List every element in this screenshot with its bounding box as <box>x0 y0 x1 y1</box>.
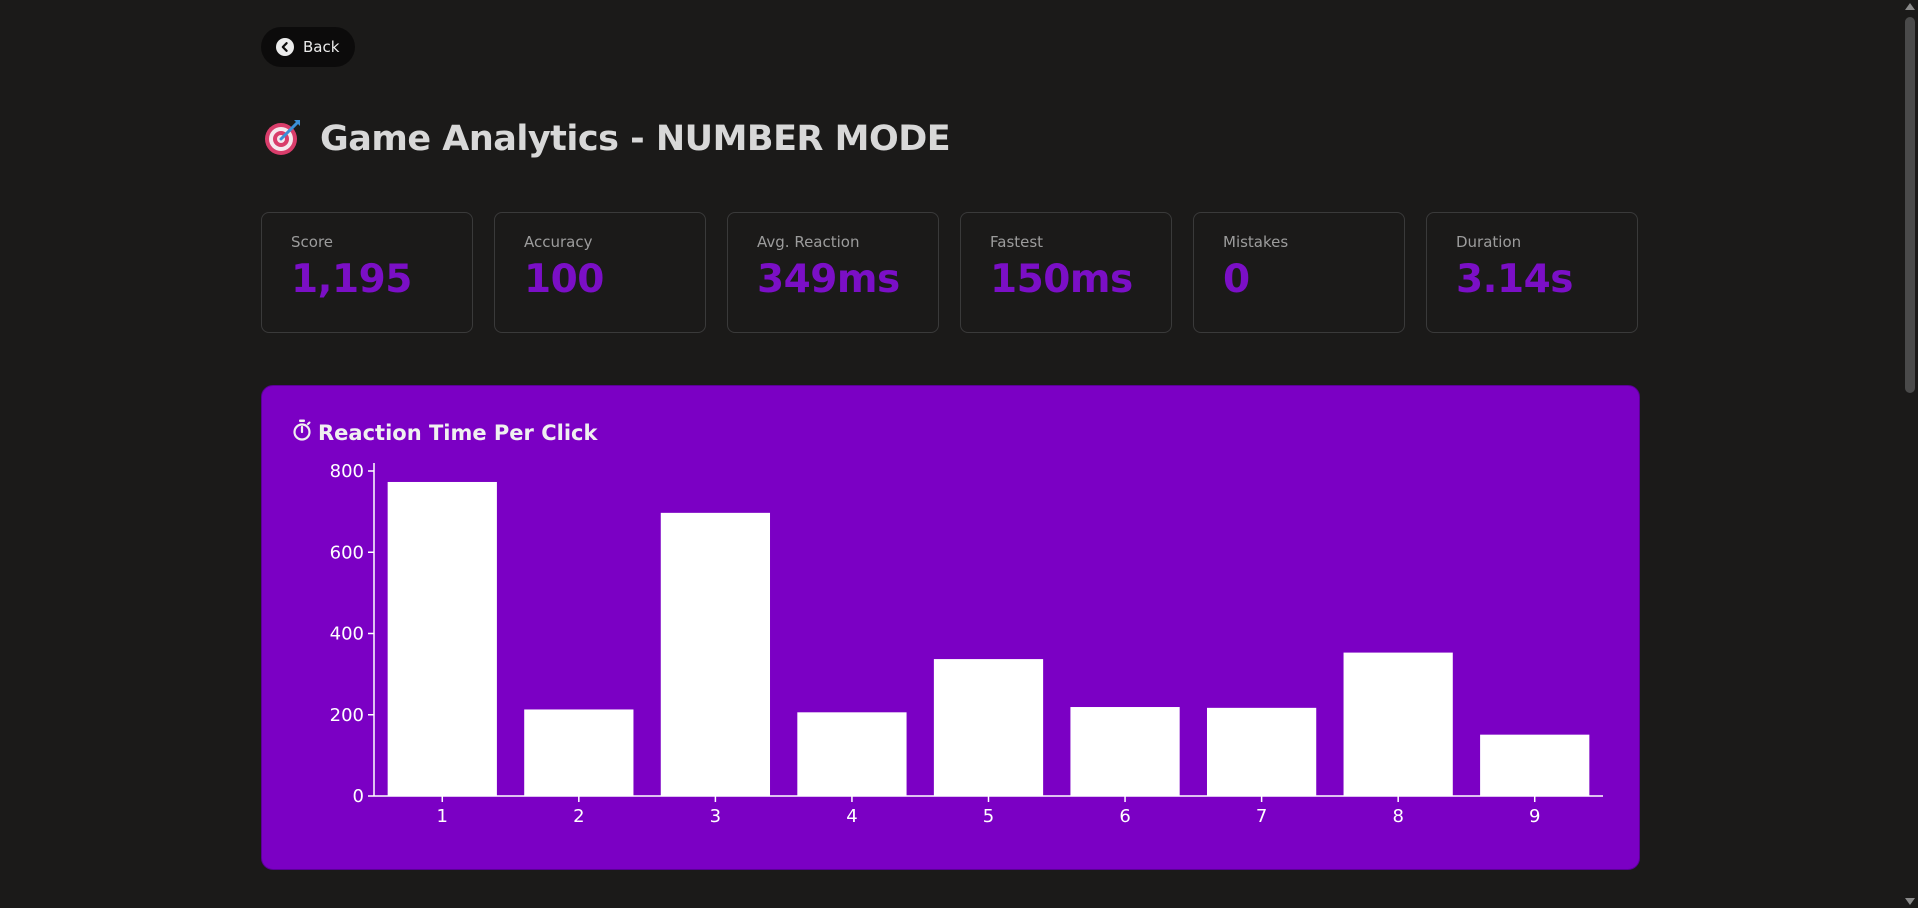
stat-label: Score <box>291 233 334 251</box>
stat-card-score: Score 1,195 <box>261 212 473 333</box>
scroll-up-arrow-icon[interactable] <box>1905 3 1915 10</box>
stats-row: Score 1,195 Accuracy 100 Avg. Reaction 3… <box>261 212 1638 333</box>
bar <box>1480 734 1590 796</box>
bar <box>797 712 907 796</box>
stat-card-accuracy: Accuracy 100 <box>494 212 706 333</box>
bar <box>387 481 497 796</box>
x-tick-label: 5 <box>983 806 994 827</box>
stat-card-duration: Duration 3.14s <box>1426 212 1638 333</box>
x-tick-label: 9 <box>1529 806 1540 827</box>
x-tick-label: 4 <box>846 806 857 827</box>
bar <box>660 512 771 796</box>
y-tick-label: 800 <box>330 461 364 482</box>
stat-label: Mistakes <box>1223 233 1289 251</box>
stat-card-avg-reaction: Avg. Reaction 349ms <box>727 212 939 333</box>
back-button-label: Back <box>303 38 340 56</box>
x-tick-label: 7 <box>1256 806 1267 827</box>
y-tick-label: 0 <box>353 786 364 807</box>
analytics-page: Back Game Analytics - NUMBER MODE Score … <box>0 0 1918 908</box>
stat-value: 100 <box>524 257 604 302</box>
scrollbar[interactable] <box>1902 0 1918 908</box>
stat-label: Avg. Reaction <box>757 233 860 251</box>
bar <box>1206 707 1317 796</box>
scroll-down-arrow-icon[interactable] <box>1905 898 1915 905</box>
stat-value: 150ms <box>990 257 1133 302</box>
stat-label: Duration <box>1456 233 1522 251</box>
y-tick-label: 600 <box>330 542 364 563</box>
page-header: Game Analytics - NUMBER MODE <box>264 114 951 164</box>
target-icon <box>264 118 302 160</box>
stat-value: 1,195 <box>291 257 412 302</box>
stat-value: 3.14s <box>1456 257 1573 302</box>
page-title: Game Analytics - NUMBER MODE <box>320 119 951 159</box>
x-tick-label: 3 <box>710 806 721 827</box>
bar <box>1070 707 1180 796</box>
x-tick-label: 1 <box>437 806 448 827</box>
x-tick-label: 6 <box>1119 806 1130 827</box>
y-tick-label: 400 <box>330 624 364 645</box>
stat-label: Accuracy <box>524 233 593 251</box>
x-tick-label: 2 <box>573 806 584 827</box>
stat-label: Fastest <box>990 233 1044 251</box>
bar-chart: 0 200 400 600 800 1 2 3 4 5 6 7 8 9 <box>330 461 1603 827</box>
scrollbar-thumb[interactable] <box>1905 17 1915 393</box>
bar <box>933 659 1044 796</box>
y-tick-label: 200 <box>330 705 364 726</box>
chevron-left-icon <box>276 38 294 56</box>
stat-card-fastest: Fastest 150ms <box>960 212 1172 333</box>
stat-card-mistakes: Mistakes 0 <box>1193 212 1405 333</box>
stat-value: 0 <box>1223 257 1250 302</box>
bar <box>1343 652 1453 796</box>
bar <box>524 709 634 796</box>
reaction-time-chart-panel: Reaction Time Per Click 0 200 400 600 800 1 2 3… <box>261 385 1640 870</box>
x-tick-label: 8 <box>1392 806 1403 827</box>
stat-value: 349ms <box>757 257 900 302</box>
back-button[interactable]: Back <box>261 27 356 67</box>
